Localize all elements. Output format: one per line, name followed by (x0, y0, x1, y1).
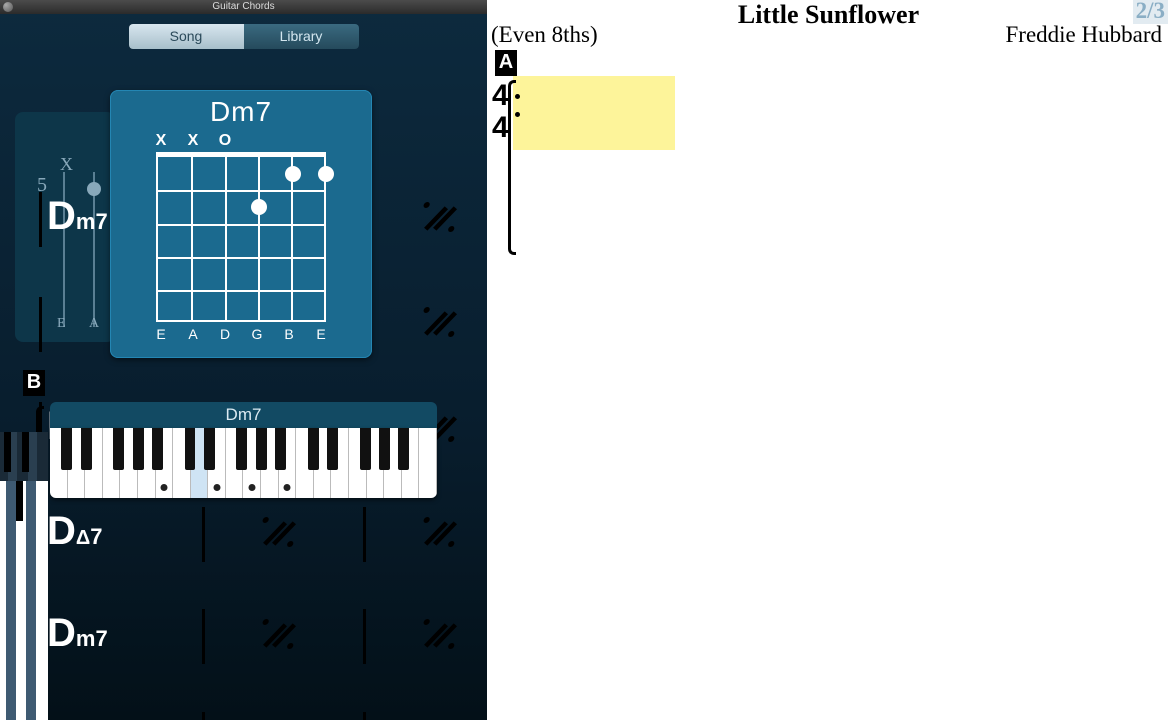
barline (39, 192, 42, 247)
fretboard-diagram: X X O (149, 132, 333, 342)
barline (202, 712, 205, 720)
current-bar-highlight (513, 76, 675, 150)
chord-symbol: Dm7 (47, 611, 108, 656)
chords-panel: Guitar Chords Song Library X 5 E A BADm7… (0, 0, 487, 720)
window-titlebar: Guitar Chords (0, 0, 487, 14)
string-marker: X (181, 132, 205, 150)
barline (39, 297, 42, 352)
finger-dot (251, 199, 267, 215)
tab-song[interactable]: Song (129, 24, 244, 49)
string-label: E (149, 326, 173, 342)
string-label: A (89, 316, 99, 332)
string-label: E (309, 326, 333, 342)
piano-keyboard (50, 428, 437, 498)
barline (202, 507, 205, 562)
lead-sheet[interactable]: Little Sunflower (Even 8ths) Freddie Hub… (487, 0, 1170, 720)
repeat-start-dots (515, 80, 520, 140)
barline (363, 609, 366, 664)
tab-library[interactable]: Library (244, 24, 359, 49)
string-mute-marker: X (60, 154, 73, 175)
string-label: E (57, 316, 66, 332)
chord-name: Dm7 (110, 96, 372, 128)
string-marker (277, 132, 301, 150)
string-label: G (245, 326, 269, 342)
section-marker-b: B (23, 370, 45, 396)
barline (363, 712, 366, 720)
view-tabs: Song Library (129, 24, 359, 49)
style-label: (Even 8ths) (491, 22, 598, 48)
string-marker: X (149, 132, 173, 150)
piano-card[interactable]: Dm7 (50, 402, 437, 498)
piano-chord-name: Dm7 (50, 402, 437, 428)
next-chord-card[interactable]: X 5 E A BADm7E♭Δ7DΔ7Dm7 (15, 112, 115, 342)
string-marker (245, 132, 269, 150)
finger-dot (318, 166, 334, 182)
finger-dot (285, 166, 301, 182)
page-indicator[interactable]: 2/3 (1133, 0, 1168, 24)
timesig-top: 4 (492, 84, 507, 108)
barline (363, 507, 366, 562)
barline (202, 609, 205, 664)
close-icon[interactable] (3, 2, 13, 12)
timesig-bot: 4 (492, 116, 507, 140)
string-marker: O (213, 132, 237, 150)
section-marker-a: A (495, 50, 517, 76)
string-label: D (213, 326, 237, 342)
string-marker (309, 132, 333, 150)
string-label: B (277, 326, 301, 342)
chord-symbol: DΔ7 (47, 509, 103, 554)
current-chord-card[interactable]: Dm7 X X O (110, 90, 372, 358)
string-label: A (181, 326, 205, 342)
chord-symbol: Dm7 (47, 194, 108, 239)
chord-carousel[interactable]: X 5 E A BADm7E♭Δ7DΔ7Dm7 Dm7 X X O (0, 90, 487, 365)
composer: Freddie Hubbard (1006, 22, 1163, 48)
next-piano[interactable] (0, 481, 48, 720)
window-title: Guitar Chords (212, 1, 274, 12)
